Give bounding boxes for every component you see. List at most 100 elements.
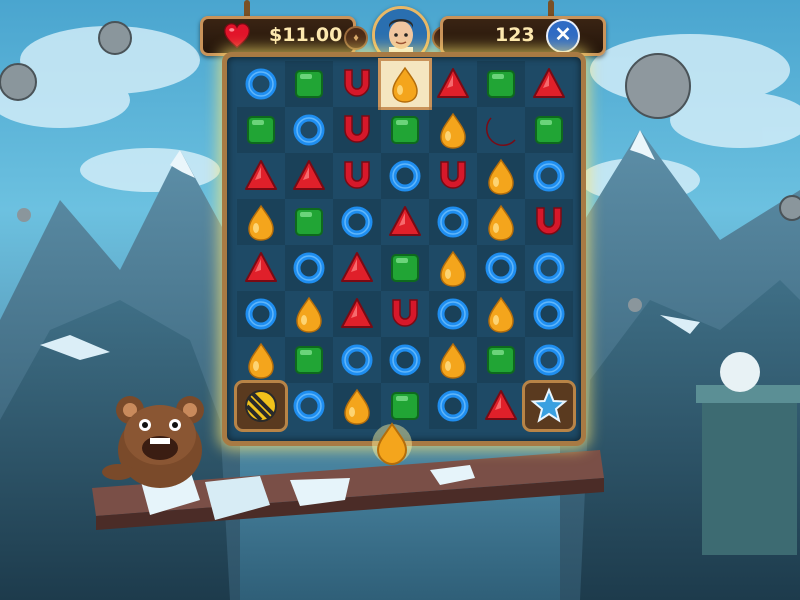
triangle-icon <box>437 68 469 98</box>
horseshoe-icon <box>344 69 370 97</box>
horseshoe-icon <box>344 115 370 143</box>
gem-drop[interactable] <box>237 199 285 245</box>
gem-ring[interactable] <box>429 291 477 337</box>
drop-icon <box>248 204 274 241</box>
gem-drop[interactable] <box>285 291 333 337</box>
ring-icon <box>533 160 565 192</box>
gem-drop[interactable] <box>477 153 525 199</box>
gem-ring[interactable] <box>381 153 429 199</box>
gem-horseshoe[interactable] <box>381 291 429 337</box>
gem-square[interactable] <box>525 107 573 153</box>
horseshoe-icon <box>536 207 562 235</box>
gem-horseshoe[interactable] <box>333 107 381 153</box>
gem-drop-selected[interactable] <box>378 58 432 110</box>
ring-icon <box>485 252 517 284</box>
hud: $11.00 ♦ ♦ 123 ✕ <box>0 0 800 64</box>
square-icon <box>487 70 515 98</box>
bear-mascot <box>102 396 204 488</box>
triangle-icon <box>533 68 565 98</box>
drop-icon <box>488 158 514 195</box>
gem-ring[interactable] <box>429 199 477 245</box>
money-value: $11.00 <box>269 24 343 46</box>
ring-icon <box>389 344 421 376</box>
gem-triangle[interactable] <box>525 61 573 107</box>
horseshoe-icon <box>344 161 370 189</box>
gem-ring[interactable] <box>333 337 381 383</box>
gem-ring[interactable] <box>333 199 381 245</box>
gem-ring[interactable] <box>285 383 333 429</box>
gem-triangle[interactable] <box>429 61 477 107</box>
moves-value: 123 <box>495 24 535 46</box>
gem-drop[interactable] <box>477 199 525 245</box>
gem-triangle[interactable] <box>237 245 285 291</box>
gem-square[interactable] <box>285 337 333 383</box>
star-icon <box>530 387 568 423</box>
gem-horseshoe[interactable] <box>333 153 381 199</box>
square-icon <box>391 254 419 282</box>
ring-icon <box>293 252 325 284</box>
gem-ring[interactable] <box>525 337 573 383</box>
gem-ring[interactable] <box>237 61 285 107</box>
gem-square[interactable] <box>381 245 429 291</box>
gem-square[interactable] <box>477 337 525 383</box>
gem-ring[interactable] <box>477 245 525 291</box>
gem-ring[interactable] <box>285 245 333 291</box>
gem-triangle[interactable] <box>333 291 381 337</box>
gem-horseshoe[interactable] <box>429 153 477 199</box>
ring-icon <box>293 390 325 422</box>
drop-icon <box>296 296 322 333</box>
gem-drop[interactable] <box>429 337 477 383</box>
gem-crescent[interactable] <box>477 107 525 153</box>
gem-triangle[interactable] <box>333 245 381 291</box>
square-icon <box>247 116 275 144</box>
ring-icon <box>533 298 565 330</box>
ring-icon <box>437 206 469 238</box>
square-icon <box>535 116 563 144</box>
triangle-icon <box>245 252 277 282</box>
gem-ring[interactable] <box>525 245 573 291</box>
star-booster[interactable] <box>522 380 576 432</box>
square-icon <box>295 70 323 98</box>
gem-drop[interactable] <box>429 107 477 153</box>
horseshoe-icon <box>392 299 418 327</box>
crescent-icon <box>485 117 516 147</box>
gem-square[interactable] <box>285 199 333 245</box>
ring-icon <box>341 344 373 376</box>
triangle-icon <box>293 160 325 190</box>
gem-horseshoe[interactable] <box>333 61 381 107</box>
gem-drop[interactable] <box>429 245 477 291</box>
gem-triangle[interactable] <box>237 153 285 199</box>
gem-horseshoe[interactable] <box>525 199 573 245</box>
ring-icon <box>533 252 565 284</box>
ring-icon <box>437 390 469 422</box>
ring-icon <box>389 160 421 192</box>
gem-triangle[interactable] <box>285 153 333 199</box>
striped-ball-booster[interactable] <box>234 380 288 432</box>
gem-square[interactable] <box>285 61 333 107</box>
gem-square[interactable] <box>237 107 285 153</box>
ring-icon <box>245 298 277 330</box>
gem-ring[interactable] <box>525 153 573 199</box>
gem-ring[interactable] <box>525 291 573 337</box>
triangle-icon <box>341 298 373 328</box>
gem-square[interactable] <box>381 107 429 153</box>
falling-drop-piece <box>372 422 412 466</box>
square-icon <box>391 116 419 144</box>
gem-drop[interactable] <box>477 291 525 337</box>
close-icon: ✕ <box>554 24 572 46</box>
gem-ring[interactable] <box>429 383 477 429</box>
gem-drop[interactable] <box>237 337 285 383</box>
triangle-icon <box>485 390 517 420</box>
drop-icon <box>440 342 466 379</box>
ring-icon <box>293 114 325 146</box>
gem-square[interactable] <box>477 61 525 107</box>
gem-triangle[interactable] <box>477 383 525 429</box>
drop-icon <box>440 112 466 149</box>
gem-ring[interactable] <box>285 107 333 153</box>
drop-icon <box>488 296 514 333</box>
gem-triangle[interactable] <box>381 199 429 245</box>
gem-ring[interactable] <box>381 337 429 383</box>
close-button[interactable]: ✕ <box>546 19 580 53</box>
drop-icon <box>488 204 514 241</box>
gem-ring[interactable] <box>237 291 285 337</box>
